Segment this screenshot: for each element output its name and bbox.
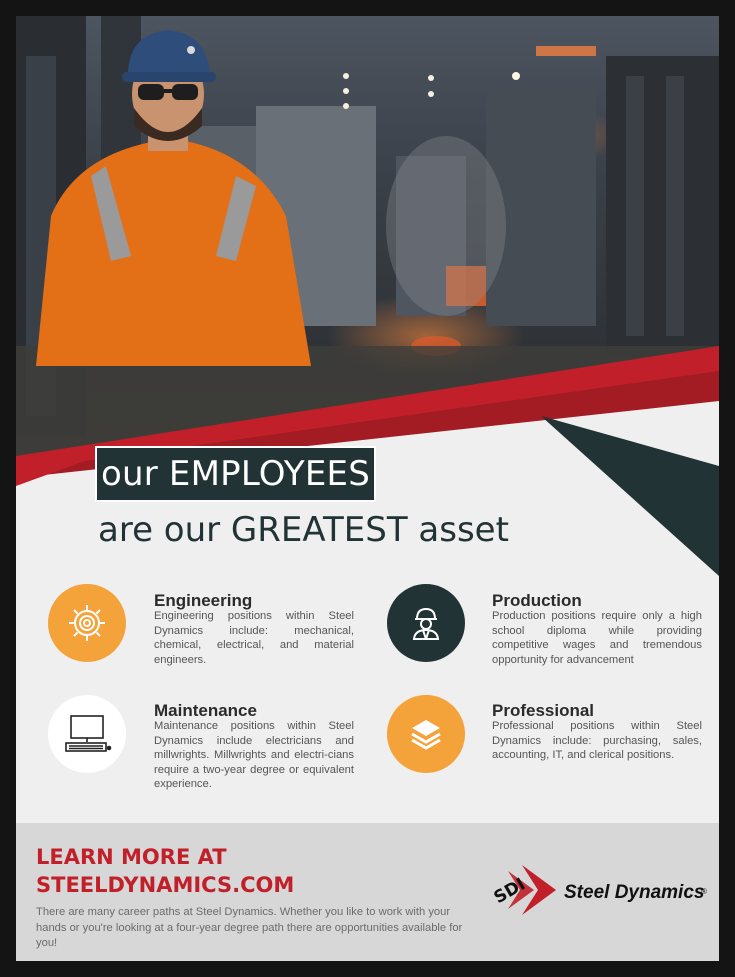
gear-icon <box>48 584 126 662</box>
production-description: Production positions require only a high… <box>492 610 702 666</box>
logo-registered: ® <box>701 887 707 896</box>
engineering-title: Engineering <box>154 591 253 610</box>
diagonal-banner-shapes <box>16 346 719 486</box>
engineering-description: Engineering positions within Steel Dynam… <box>154 610 354 666</box>
headline-greatest-asset: are our GREATEST asset <box>98 510 509 550</box>
learn-more-url[interactable]: STEELDYNAMICS.COM <box>36 871 294 899</box>
logo-mark: SDI <box>491 874 529 908</box>
recruitment-flyer: our EMPLOYEES are our GREATEST asset Eng… <box>16 16 719 961</box>
layers-icon <box>387 695 465 773</box>
professional-description: Professional positions within Steel Dyna… <box>492 720 702 762</box>
production-title: Production <box>492 591 582 610</box>
steel-dynamics-logo: SDI Steel Dynamics ® <box>482 859 712 921</box>
worker-icon <box>387 584 465 662</box>
footer-section: LEARN MORE AT STEELDYNAMICS.COM There ar… <box>16 823 719 961</box>
logo-wordmark: Steel Dynamics <box>564 882 704 903</box>
footer-blurb: There are many career paths at Steel Dyn… <box>36 906 463 949</box>
learn-more-heading: LEARN MORE AT STEELDYNAMICS.COM <box>36 843 294 899</box>
headline-employees: our EMPLOYEES <box>94 446 377 502</box>
computer-icon <box>48 695 126 773</box>
hero-photo <box>16 16 719 486</box>
maintenance-title: Maintenance <box>154 701 257 720</box>
professional-title: Professional <box>492 701 595 720</box>
learn-more-line1: LEARN MORE AT <box>36 845 227 869</box>
maintenance-description: Maintenance positions within Steel Dynam… <box>154 720 354 791</box>
